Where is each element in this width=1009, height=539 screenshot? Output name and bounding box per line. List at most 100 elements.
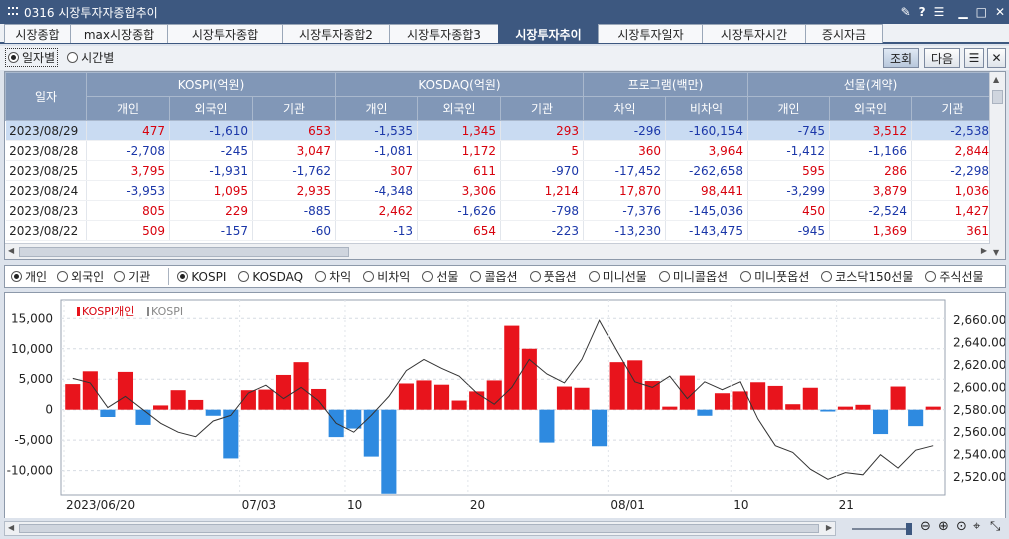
market-radio-12[interactable]: 주식선물 (925, 268, 984, 285)
tab-7[interactable]: 시장투자일자 (598, 24, 703, 43)
tab-1[interactable]: 시장종합 (4, 24, 71, 43)
horizontal-scroll-thumb[interactable] (19, 247, 349, 257)
crosshair-icon[interactable]: ⌖ (973, 519, 980, 534)
chart-panel[interactable]: 15,000 10,000 5,000 0 -5,000 -10,000 2,660.00 2… (4, 292, 1006, 520)
bar (346, 409, 362, 429)
market-radio-2[interactable]: KOSDAQ (238, 268, 303, 285)
bar (433, 384, 450, 410)
y-right-tick-label: 2,560.00 (953, 425, 1005, 439)
tab-2[interactable]: max시장종합 (70, 24, 168, 43)
zoom-slider[interactable] (852, 528, 912, 530)
scroll-down-icon[interactable]: ▼ (993, 248, 999, 257)
bar (714, 393, 731, 410)
market-radio-8[interactable]: 미니선물 (588, 268, 647, 285)
table-row[interactable]: 2023/08/22 509 -157 -60 -13 654 -223 -13,230 -14… (5, 220, 994, 241)
settings-icon[interactable]: ☰ (934, 5, 945, 19)
tab-9[interactable]: 증시자금 (805, 24, 883, 43)
column-header[interactable]: 개인 (747, 96, 830, 121)
column-header[interactable]: 개인 (86, 96, 170, 121)
y-right-tick-label: 2,520.00 (953, 470, 1005, 484)
scroll-up-icon[interactable]: ▲ (993, 75, 999, 84)
value-cell: -885 (252, 200, 336, 221)
legend-kospi: KOSPI (151, 305, 183, 318)
column-header[interactable]: 기관 (911, 96, 994, 121)
table-row[interactable]: 2023/08/23 805 229 -885 2,462 -1,626 -798 -7,37… (5, 200, 994, 221)
value-cell: -145,036 (665, 200, 748, 221)
next-button[interactable]: 다음 (924, 48, 960, 68)
value-cell: 5 (500, 140, 584, 161)
date-header[interactable]: 일자 (5, 72, 87, 121)
tab-4[interactable]: 시장투자종합2 (282, 24, 390, 43)
value-cell: -745 (747, 120, 830, 141)
column-header[interactable]: 차익 (583, 96, 666, 121)
zoom-in-icon[interactable]: ⊕ (938, 519, 949, 534)
close-panel-icon[interactable]: ✕ (987, 48, 1006, 68)
y-right-tick-label: 2,580.00 (953, 403, 1005, 417)
table-row[interactable]: 2023/08/24 -3,953 1,095 2,935 -4,348 3,306 1,2… (5, 180, 994, 201)
market-radio-5[interactable]: 선물 (422, 268, 458, 285)
close-icon[interactable]: ✕ (995, 5, 1005, 19)
zoom-out-icon[interactable]: ⊖ (920, 519, 931, 534)
chart-scroll-right-icon[interactable]: ▶ (826, 523, 832, 532)
zoom-reset-icon[interactable]: ⊙ (956, 519, 967, 534)
chart-settings-icon[interactable]: ⤡ (990, 519, 1000, 534)
query-button[interactable]: 조회 (883, 48, 919, 68)
help-icon[interactable]: ? (919, 5, 926, 19)
bar (451, 400, 467, 410)
column-header[interactable]: 외국인 (417, 96, 501, 121)
table-row[interactable]: 2023/08/28 -2,708 -245 3,047 -1,081 1,172 5 360… (5, 140, 994, 161)
market-radio-9[interactable]: 미니콜옵션 (658, 268, 728, 285)
column-header[interactable]: 외국인 (169, 96, 253, 121)
horizontal-scrollbar[interactable]: ◀ ▶ (5, 243, 990, 259)
bar (275, 374, 292, 410)
chart-horizontal-scrollbar[interactable]: ◀ ▶ (4, 521, 836, 536)
radio-hourly[interactable]: 시간별 (67, 49, 114, 66)
table-row[interactable]: 2023/08/29 477 -1,610 653 -1,535 1,345 293 -296… (5, 120, 994, 141)
minimize-icon[interactable]: ▁ (958, 5, 967, 19)
y-left-tick-label: -5,000 (14, 433, 53, 447)
market-radio-11[interactable]: 코스닥150선물 (821, 268, 913, 285)
column-header[interactable]: 기관 (252, 96, 336, 121)
scroll-left-icon[interactable]: ◀ (8, 246, 14, 255)
tab-8[interactable]: 시장투자시간 (702, 24, 806, 43)
market-radio-7[interactable]: 풋옵션 (529, 268, 577, 285)
tab-3[interactable]: 시장투자종합 (167, 24, 283, 43)
investor-radio-3[interactable]: 기관 (114, 268, 150, 285)
column-header[interactable]: 기관 (500, 96, 584, 121)
column-header[interactable]: 외국인 (829, 96, 912, 121)
market-radio-4[interactable]: 비차익 (363, 268, 410, 285)
tab-5[interactable]: 시장투자종합3 (389, 24, 499, 43)
radio-daily[interactable]: 일자별 (4, 48, 59, 67)
vertical-scroll-thumb[interactable] (992, 90, 1003, 104)
scroll-right-icon[interactable]: ▶ (981, 246, 987, 255)
tab-6[interactable]: 시장투자추이 (498, 24, 599, 43)
market-radio-1[interactable]: KOSPI (177, 268, 226, 285)
pin-icon[interactable]: ✎ (901, 5, 911, 19)
column-header[interactable]: 비차익 (665, 96, 748, 121)
bar (732, 391, 748, 410)
data-grid[interactable]: 일자 KOSPI(억원) KOSDAQ(억원) 프로그램(백만) 선물(계약) … (4, 71, 1006, 260)
list-icon[interactable]: ☰ (964, 48, 984, 68)
investor-chart[interactable]: 15,000 10,000 5,000 0 -5,000 -10,000 2,660.00 2… (5, 293, 1006, 519)
market-radio-10[interactable]: 미니풋옵션 (740, 268, 809, 285)
table-row[interactable]: 2023/08/25 3,795 -1,931 -1,762 307 611 -970 -17… (5, 160, 994, 181)
market-radio-6[interactable]: 콜옵션 (470, 268, 518, 285)
app-menu-icon[interactable] (8, 7, 18, 17)
bar (117, 371, 134, 410)
investor-radio-2[interactable]: 외국인 (57, 268, 104, 285)
chart-scroll-thumb[interactable] (19, 524, 819, 533)
maximize-icon[interactable]: □ (976, 5, 987, 19)
y-right-tick-label: 2,540.00 (953, 448, 1005, 462)
chart-options-bar: 개인 외국인 기관 KOSPI KOSDAQ 차익 비차익 선물 콜옵션 풋옵션 미니선물 미니콜옵… (4, 265, 1006, 288)
zoom-slider-handle[interactable] (906, 523, 912, 535)
chart-scroll-left-icon[interactable]: ◀ (8, 523, 14, 532)
market-radio-3[interactable]: 차익 (315, 268, 351, 285)
bar (258, 389, 274, 410)
bar (153, 405, 169, 410)
investor-radio-1[interactable]: 개인 (11, 268, 47, 285)
vertical-scrollbar[interactable]: ▲ ▼ (989, 72, 1005, 259)
legend-swatch-kospi-individual (77, 307, 80, 316)
value-cell: -4,348 (335, 180, 418, 201)
column-header[interactable]: 개인 (335, 96, 418, 121)
value-cell: -1,762 (252, 160, 336, 181)
